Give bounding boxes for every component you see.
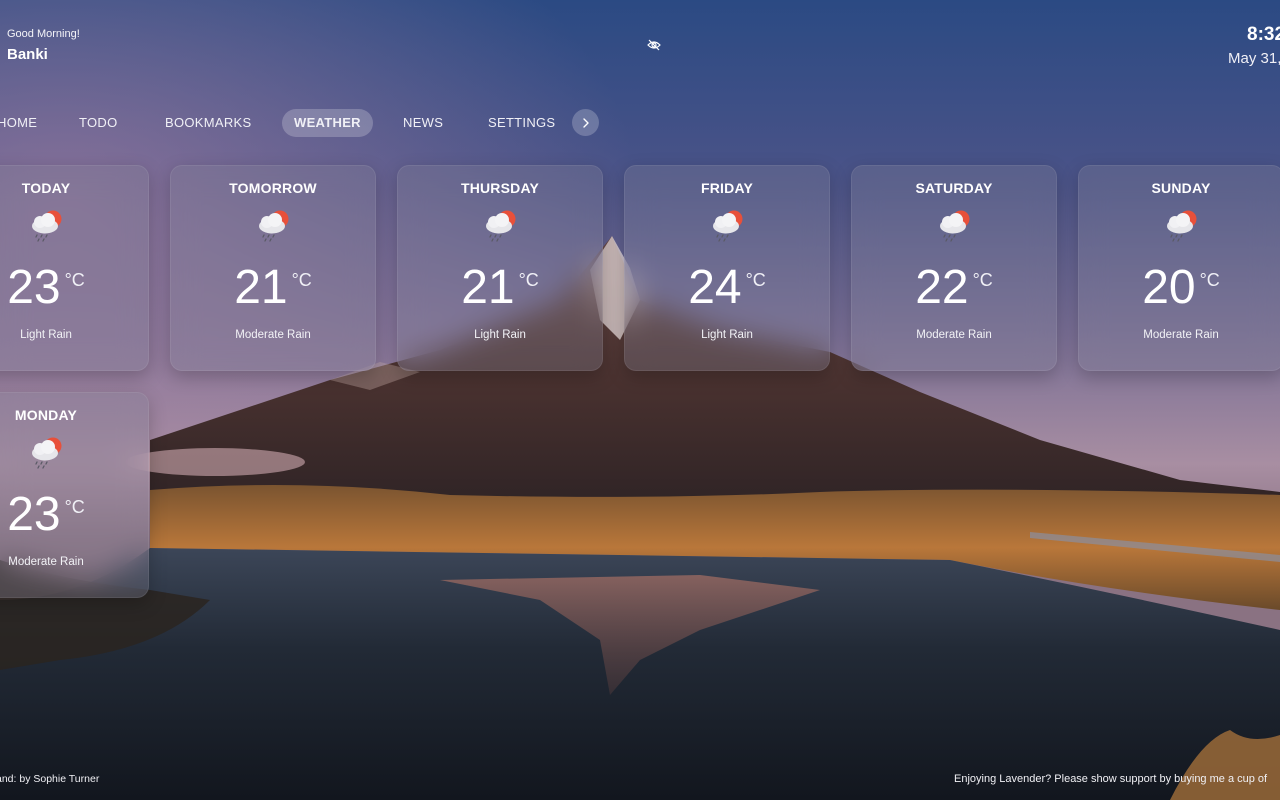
forecast-day: MONDAY <box>14 407 78 423</box>
forecast-temperature: 21 <box>461 261 515 314</box>
forecast-unit: °C <box>64 270 85 290</box>
forecast-condition: Moderate Rain <box>1143 329 1219 341</box>
forecast-card-sunday: SUNDAY 20 °C Moderate Rain <box>1078 165 1280 371</box>
forecast-temperature: 20 <box>1142 261 1196 314</box>
forecast-temperature-group: 21 °C <box>398 262 602 314</box>
forecast-temperature-group: 20 °C <box>1079 262 1280 314</box>
username: Banki <box>7 46 48 63</box>
forecast-condition: Light Rain <box>701 329 753 341</box>
sun-cloud-rain-icon <box>259 210 289 242</box>
forecast-unit: °C <box>518 270 539 290</box>
tab-home[interactable]: HOME <box>0 109 37 137</box>
forecast-condition: Moderate Rain <box>235 329 311 341</box>
forecast-day: TOMORROW <box>229 180 317 196</box>
forecast-unit: °C <box>972 270 993 290</box>
forecast-card-friday: FRIDAY 24 °C Light Rain <box>624 165 830 371</box>
tab-bookmarks[interactable]: BOOKMARKS <box>165 109 252 137</box>
tab-weather[interactable]: WEATHER <box>282 109 373 137</box>
forecast-day: SUNDAY <box>1151 180 1211 196</box>
clock-date: May 31, <box>1228 50 1280 67</box>
sun-cloud-rain-icon <box>32 437 62 469</box>
forecast-card-today: TODAY 23 °C Light Rain <box>0 165 149 371</box>
forecast-unit: °C <box>1199 270 1220 290</box>
nav-next-button[interactable] <box>572 109 599 136</box>
privacy-toggle[interactable] <box>646 37 662 53</box>
sun-cloud-rain-icon <box>486 210 516 242</box>
tab-todo[interactable]: TODO <box>79 109 118 137</box>
forecast-temperature-group: 23 °C <box>0 262 148 314</box>
forecast-temperature-group: 23 °C <box>0 489 148 541</box>
forecast-day: THURSDAY <box>460 180 540 196</box>
forecast-temperature: 21 <box>234 261 288 314</box>
forecast-day: FRIDAY <box>700 180 754 196</box>
forecast-condition: Moderate Rain <box>8 556 84 568</box>
chevron-right-icon <box>582 117 589 128</box>
forecast-condition: Moderate Rain <box>916 329 992 341</box>
forecast-card-tomorrow: TOMORROW 21 °C Moderate Rain <box>170 165 376 371</box>
forecast-temperature-group: 22 °C <box>852 262 1056 314</box>
sun-cloud-rain-icon <box>32 210 62 242</box>
clock-time: 8:32 <box>1247 24 1280 45</box>
forecast-temperature: 23 <box>7 261 61 314</box>
forecast-unit: °C <box>291 270 312 290</box>
forecast-day: SATURDAY <box>915 180 993 196</box>
sun-cloud-rain-icon <box>940 210 970 242</box>
forecast-condition: Light Rain <box>474 329 526 341</box>
forecast-temperature: 23 <box>7 488 61 541</box>
greeting-text: Good Morning! <box>7 28 80 40</box>
tab-news[interactable]: NEWS <box>403 109 443 137</box>
eye-off-icon <box>647 39 661 51</box>
forecast-card-thursday: THURSDAY 21 °C Light Rain <box>397 165 603 371</box>
forecast-temperature: 22 <box>915 261 969 314</box>
forecast-temperature: 24 <box>688 261 742 314</box>
sun-cloud-rain-icon <box>713 210 743 242</box>
forecast-unit: °C <box>64 497 85 517</box>
forecast-unit: °C <box>745 270 766 290</box>
forecast-day: TODAY <box>21 180 71 196</box>
forecast-condition: Light Rain <box>20 329 72 341</box>
forecast-temperature-group: 24 °C <box>625 262 829 314</box>
forecast-temperature-group: 21 °C <box>171 262 375 314</box>
photo-credit[interactable]: and: by Sophie Turner <box>0 773 99 785</box>
forecast-card-saturday: SATURDAY 22 °C Moderate Rain <box>851 165 1057 371</box>
forecast-card-monday: MONDAY 23 °C Moderate Rain <box>0 392 149 598</box>
sun-cloud-rain-icon <box>1167 210 1197 242</box>
support-message[interactable]: Enjoying Lavender? Please show support b… <box>954 773 1280 785</box>
tab-settings[interactable]: SETTINGS <box>488 109 555 137</box>
